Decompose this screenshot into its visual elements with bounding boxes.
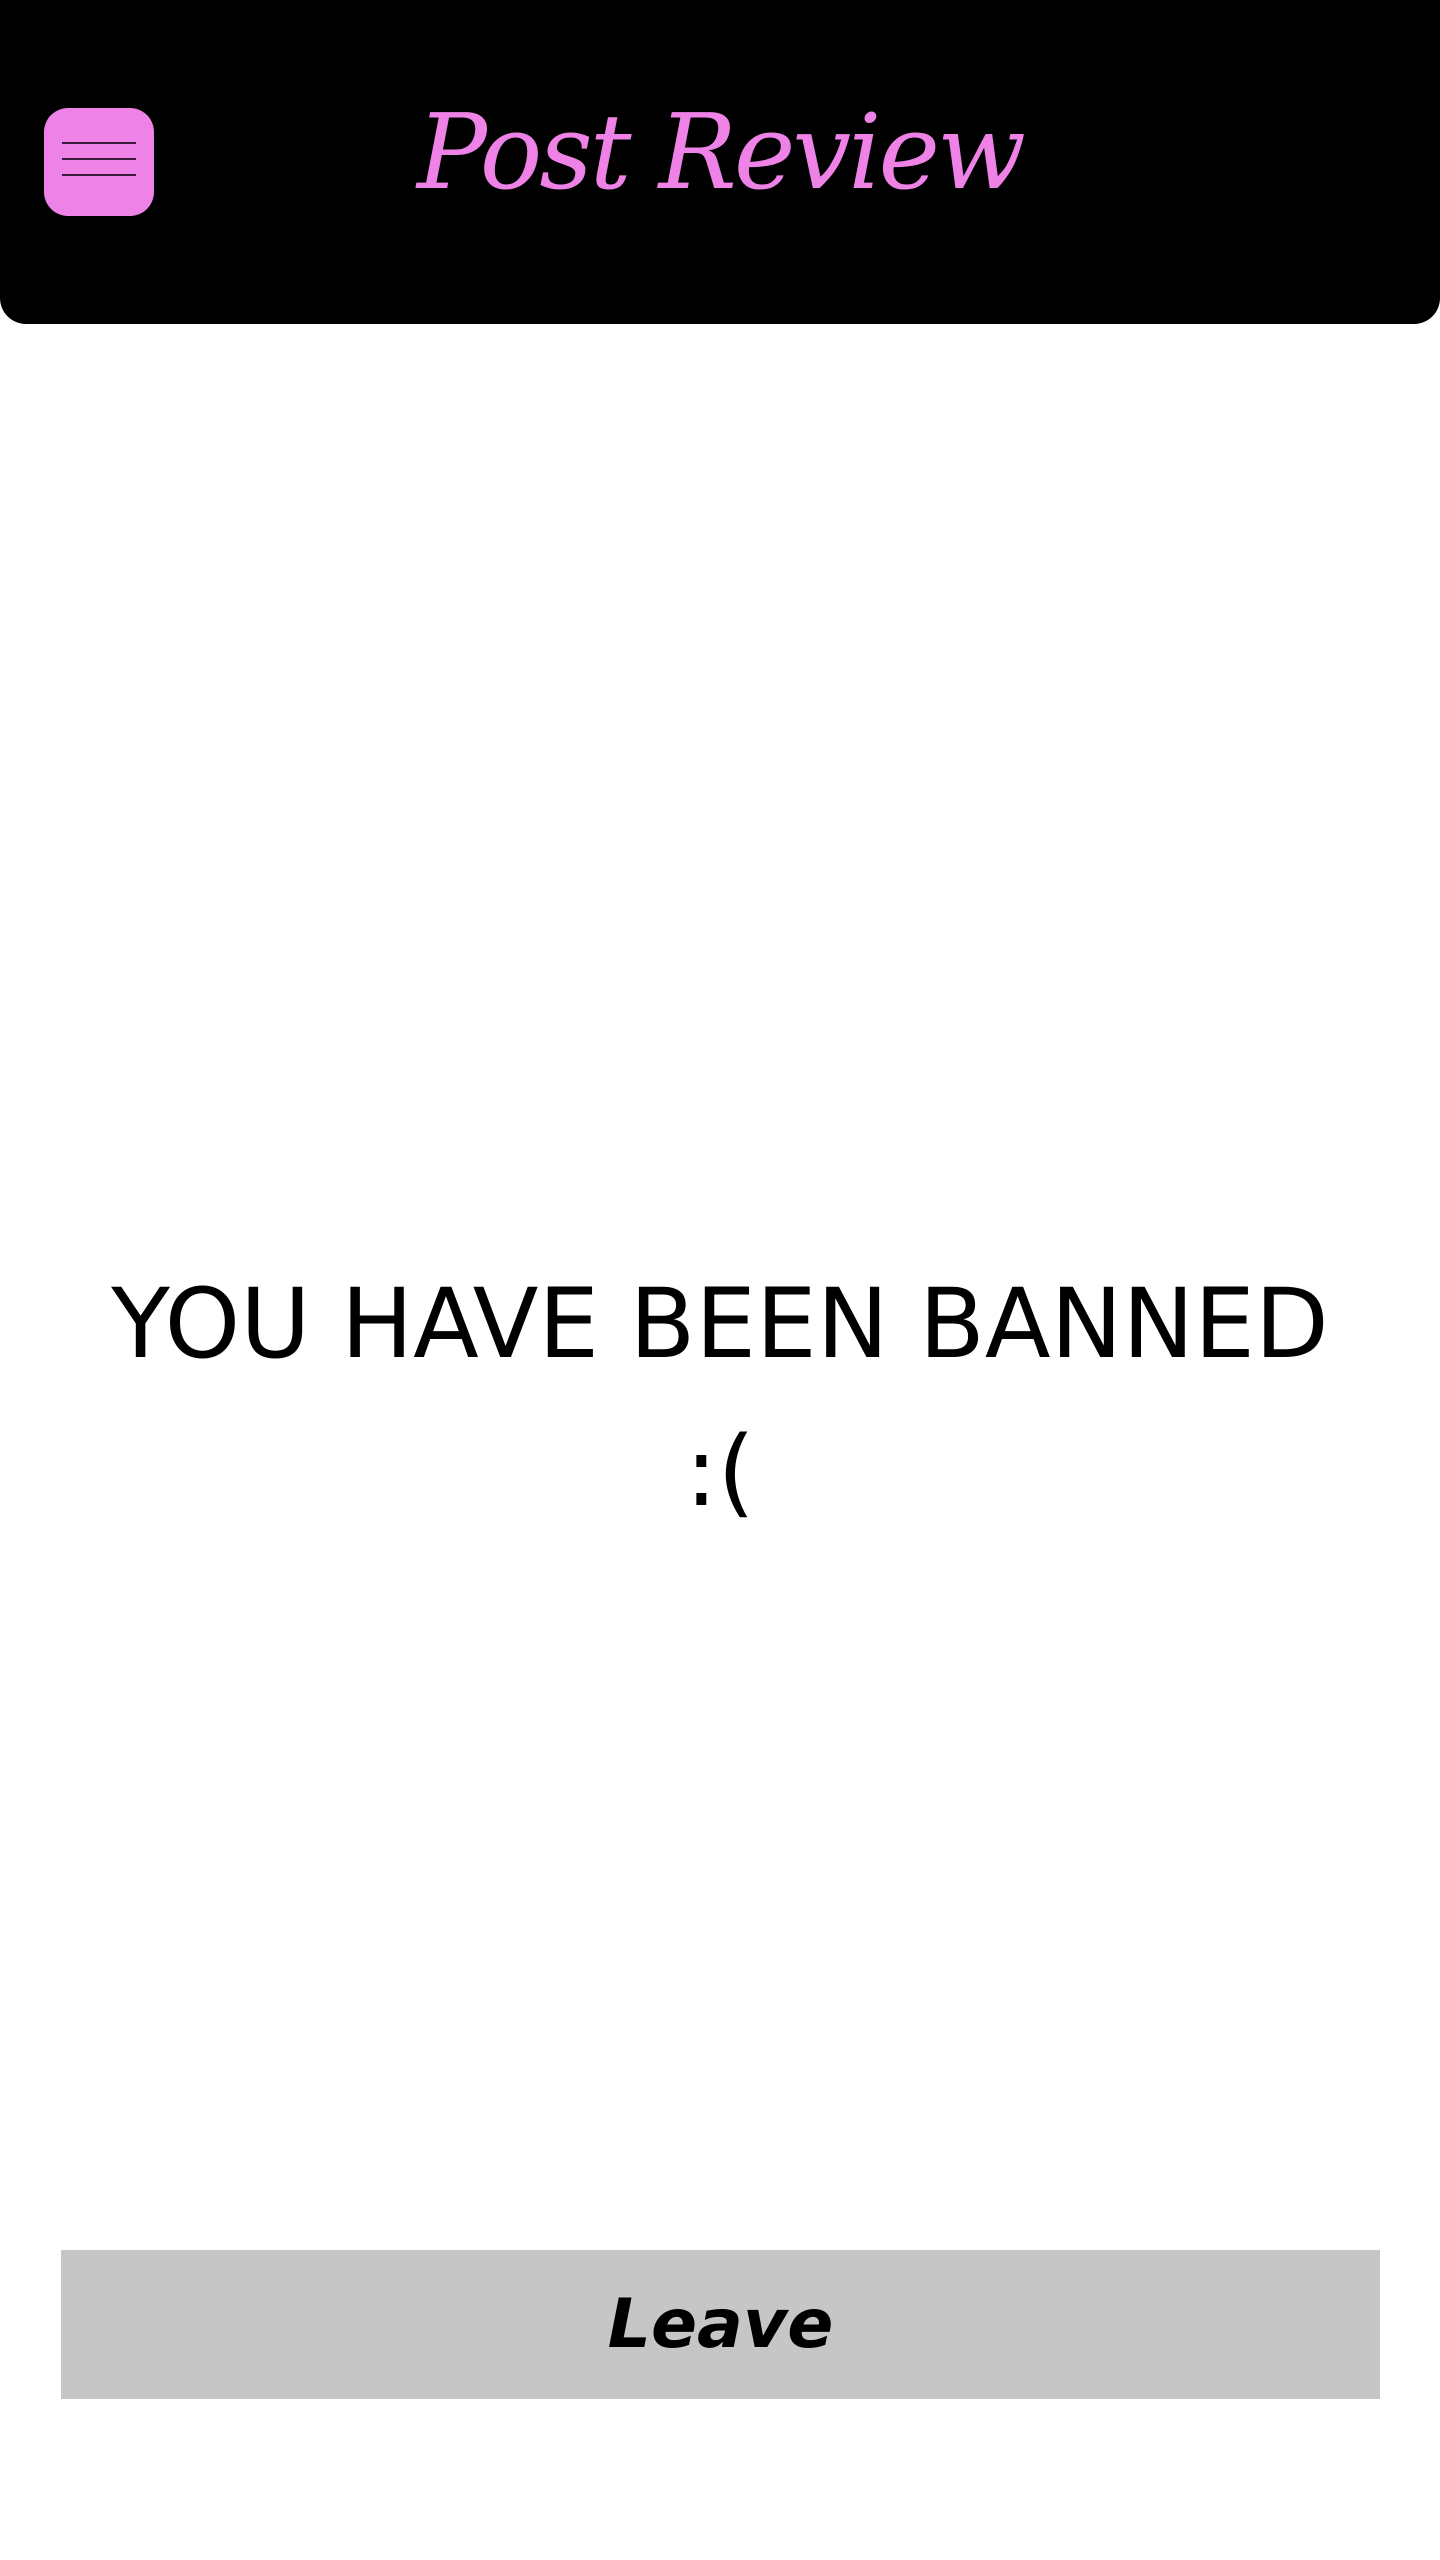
- page-title: Post Review: [416, 91, 1026, 213]
- ban-message-text: YOU HAVE BEEN BANNED: [111, 1268, 1329, 1380]
- page: Post Review YOU HAVE BEEN BANNED :( Leav…: [0, 0, 1440, 2560]
- sad-face-text: :(: [685, 1416, 755, 1528]
- app-header: Post Review: [0, 0, 1440, 324]
- ban-message: YOU HAVE BEEN BANNED :(: [0, 1250, 1440, 1546]
- leave-button[interactable]: Leave: [61, 2250, 1380, 2399]
